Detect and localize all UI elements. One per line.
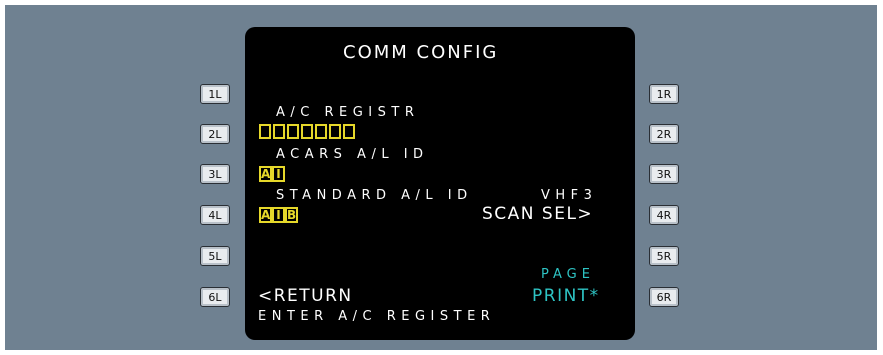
scan-sel-prompt[interactable]: SCAN SEL> [482,206,593,223]
lsk-3r-button[interactable]: 3R [649,164,679,184]
entry-box [315,124,327,139]
acars-al-id-field[interactable]: AI [259,166,285,182]
lsk-5l-button[interactable]: 5L [200,246,230,266]
vhf3-label: VHF3 [541,188,598,203]
entry-box [343,124,355,139]
entry-char-box: B [285,207,298,223]
entry-box [273,124,285,139]
entry-box [259,124,271,139]
page-title: COMM CONFIG [343,42,499,63]
lsk-6r-button[interactable]: 6R [649,287,679,307]
entry-box [301,124,313,139]
lsk-2l-button[interactable]: 2L [200,124,230,144]
standard-al-id-field[interactable]: AIB [259,207,298,223]
scratchpad: ENTER A/C REGISTER [258,309,496,324]
lsk-1r-button[interactable]: 1R [649,84,679,104]
lsk-2r-button[interactable]: 2R [649,124,679,144]
lsk-1l-button[interactable]: 1L [200,84,230,104]
ac-registr-label: A/C REGISTR [276,105,420,120]
acars-al-id-label: ACARS A/L ID [276,147,429,162]
standard-al-id-label: STANDARD A/L ID [276,188,473,203]
ac-registr-entry-field[interactable] [259,124,355,139]
return-prompt[interactable]: <RETURN [258,288,353,305]
print-prompt[interactable]: PRINT* [532,288,600,305]
lsk-3l-button[interactable]: 3L [200,164,230,184]
lsk-5r-button[interactable]: 5R [649,246,679,266]
page-label: PAGE [541,267,595,282]
entry-box [287,124,299,139]
lsk-6l-button[interactable]: 6L [200,287,230,307]
lsk-4r-button[interactable]: 4R [649,205,679,225]
entry-char-box: I [272,166,285,182]
lsk-4l-button[interactable]: 4L [200,205,230,225]
entry-char-box: A [259,166,272,182]
entry-box [329,124,341,139]
entry-char-box: A [259,207,272,223]
entry-char-box: I [272,207,285,223]
